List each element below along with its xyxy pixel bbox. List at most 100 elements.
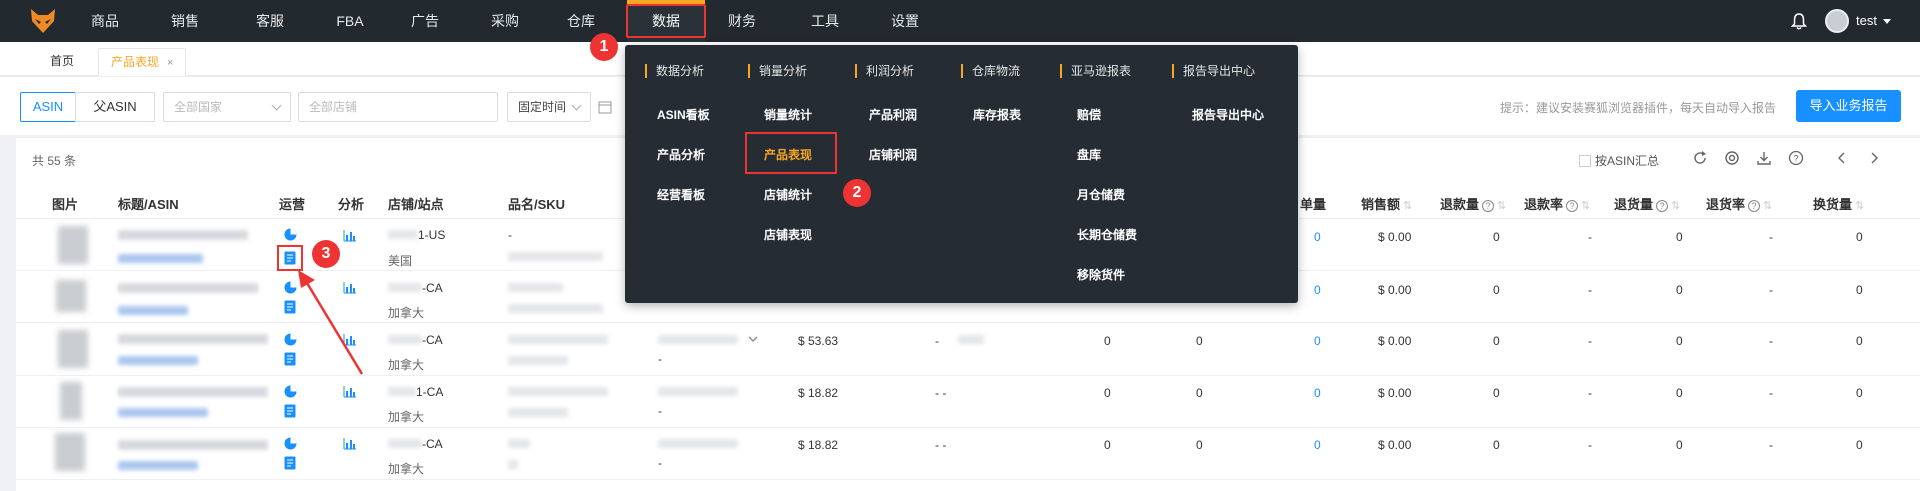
logo-icon[interactable] [30, 9, 56, 33]
checkbox-icon[interactable] [1579, 155, 1591, 167]
units-value[interactable]: 0 [1314, 283, 1321, 297]
asin-link[interactable] [118, 408, 208, 417]
bar-chart-icon[interactable] [343, 438, 356, 450]
report-doc-icon[interactable] [284, 456, 296, 470]
import-tip-text: 提示：建议安装赛狐浏览器插件，每天自动导入报告 [1500, 101, 1777, 115]
units-value[interactable]: 0 [1314, 386, 1321, 400]
menu-item-monthly-storage-fee[interactable]: 月仓储费 [1077, 186, 1125, 203]
tab-product-performance[interactable]: 产品表现 × [98, 48, 187, 76]
parent-asin-toggle-button[interactable]: 父ASIN [75, 92, 155, 122]
menu-item-report-export-center[interactable]: 报告导出中心 [1192, 106, 1264, 123]
nav-item-products[interactable]: 商品 [80, 0, 130, 42]
column-header-returns[interactable]: 退货量? ⇅ [1614, 194, 1680, 213]
settings-icon[interactable] [1724, 150, 1740, 166]
caret-down-icon[interactable] [1883, 19, 1891, 24]
sort-icon[interactable]: ⇅ [1403, 200, 1412, 212]
column-header-refund-rate[interactable]: 退款率? ⇅ [1524, 194, 1590, 213]
menu-item-inventory-report[interactable]: 库存报表 [973, 106, 1021, 123]
price-value[interactable]: $ 18.82 [798, 386, 838, 400]
exchange-value: 0 [1856, 334, 1863, 348]
asin-link[interactable] [118, 461, 198, 470]
price-value[interactable]: $ 53.63 [798, 334, 838, 348]
bar-chart-icon[interactable] [343, 230, 356, 242]
column-header-sales[interactable]: 销售额 ⇅ [1361, 194, 1412, 213]
time-mode-select[interactable]: 固定时间 [507, 92, 591, 122]
product-image[interactable] [58, 330, 88, 368]
user-name[interactable]: test [1856, 0, 1877, 42]
product-title[interactable] [118, 387, 268, 397]
menu-item-removal-shipment[interactable]: 移除货件 [1077, 266, 1125, 283]
nav-item-sales[interactable]: 销售 [160, 0, 210, 42]
download-icon[interactable] [1756, 150, 1772, 166]
avatar[interactable] [1825, 9, 1849, 33]
units-value[interactable]: 0 [1314, 230, 1321, 244]
chevron-right-icon[interactable] [1866, 150, 1882, 166]
menu-item-stocktake[interactable]: 盘库 [1077, 146, 1101, 163]
column-header-exchange[interactable]: 换货量 ⇅ [1813, 194, 1864, 213]
help-icon[interactable]: ? [1482, 200, 1495, 212]
product-image[interactable] [60, 382, 82, 420]
pie-chart-icon[interactable] [284, 437, 297, 450]
nav-item-finance[interactable]: 财务 [717, 0, 767, 42]
menu-item-product-profit[interactable]: 产品利润 [869, 106, 917, 123]
price-value[interactable]: $ 18.82 [798, 438, 838, 452]
asin-link[interactable] [118, 356, 198, 365]
import-business-report-button[interactable]: 导入业务报告 [1796, 90, 1901, 122]
sort-icon[interactable]: ⇅ [1763, 200, 1772, 212]
pie-chart-icon[interactable] [284, 385, 297, 398]
report-doc-icon[interactable] [284, 404, 296, 418]
chevron-down-icon[interactable] [748, 336, 758, 343]
sort-icon[interactable]: ⇅ [1497, 200, 1506, 212]
site-name: 加拿大 [388, 306, 425, 320]
product-image[interactable] [56, 280, 86, 312]
menu-item-product-analysis[interactable]: 产品分析 [657, 146, 705, 163]
product-title[interactable] [118, 283, 258, 293]
units-value[interactable]: 0 [1314, 438, 1321, 452]
product-image[interactable] [55, 433, 85, 471]
asin-summary-checkbox[interactable]: 按ASIN汇总 [1579, 152, 1659, 169]
product-title[interactable] [118, 440, 268, 450]
bar-chart-icon[interactable] [343, 386, 356, 398]
menu-item-long-term-storage-fee[interactable]: 长期仓储费 [1077, 226, 1137, 243]
column-header-units[interactable]: 单量 [1300, 194, 1326, 213]
menu-item-store-profit[interactable]: 店铺利润 [869, 146, 917, 163]
nav-item-settings[interactable]: 设置 [880, 0, 930, 42]
menu-item-store-stats[interactable]: 店铺统计 [764, 186, 812, 203]
sort-icon[interactable]: ⇅ [1671, 200, 1680, 212]
help-icon[interactable]: ? [1788, 150, 1804, 166]
menu-item-asin-board[interactable]: ASIN看板 [657, 106, 710, 123]
column-header-return-rate[interactable]: 退货率? ⇅ [1706, 194, 1772, 213]
units-value[interactable]: 0 [1314, 334, 1321, 348]
help-icon[interactable]: ? [1566, 200, 1579, 212]
help-icon[interactable]: ? [1656, 200, 1669, 212]
nav-item-ads[interactable]: 广告 [400, 0, 450, 42]
store-select[interactable]: 全部店铺 [298, 92, 498, 122]
product-title[interactable] [118, 230, 248, 240]
nav-item-purchase[interactable]: 采购 [480, 0, 530, 42]
menu-item-business-board[interactable]: 经营看板 [657, 186, 705, 203]
calendar-icon[interactable] [598, 100, 612, 114]
chevron-left-icon[interactable] [1834, 150, 1850, 166]
product-image[interactable] [58, 226, 88, 264]
asin-toggle-button[interactable]: ASIN [20, 92, 76, 122]
country-select[interactable]: 全部国家 [163, 92, 291, 122]
nav-item-tools[interactable]: 工具 [800, 0, 850, 42]
asin-link[interactable] [118, 306, 188, 315]
close-icon[interactable]: × [167, 57, 173, 69]
menu-item-store-performance[interactable]: 店铺表现 [764, 226, 812, 243]
menu-item-sales-stats[interactable]: 销量统计 [764, 106, 812, 123]
tab-home[interactable]: 首页 [38, 48, 86, 76]
product-title[interactable] [118, 334, 268, 344]
return-rate-value: - [1769, 230, 1773, 244]
asin-link[interactable] [118, 254, 203, 263]
help-icon[interactable]: ? [1748, 200, 1761, 212]
nav-item-fba[interactable]: FBA [325, 0, 375, 42]
sort-icon[interactable]: ⇅ [1581, 200, 1590, 212]
bell-icon[interactable] [1791, 13, 1807, 30]
pie-chart-icon[interactable] [284, 228, 297, 241]
sort-icon[interactable]: ⇅ [1855, 200, 1864, 212]
menu-item-reimbursement[interactable]: 赔偿 [1077, 106, 1101, 123]
column-header-refunds[interactable]: 退款量? ⇅ [1440, 194, 1506, 213]
nav-item-service[interactable]: 客服 [245, 0, 295, 42]
refresh-icon[interactable] [1692, 150, 1708, 166]
